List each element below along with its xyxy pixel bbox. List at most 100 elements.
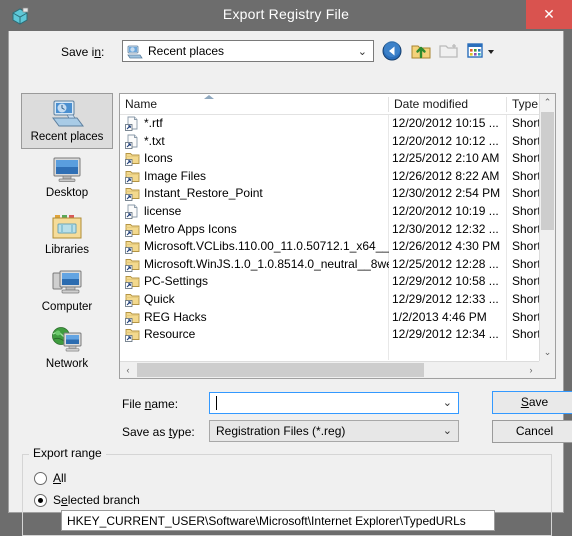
date-modified-cell: 12/29/2012 12:33 ... xyxy=(392,291,499,306)
place-item-network[interactable]: Network xyxy=(21,321,113,377)
export-range-title: Export range xyxy=(29,446,106,460)
date-modified-cell: 12/29/2012 10:58 ... xyxy=(392,274,499,289)
place-item-label: Libraries xyxy=(44,244,90,256)
chevron-down-icon: ⌄ xyxy=(357,46,367,58)
type-cell: Shortc xyxy=(512,256,540,271)
file-list-row[interactable]: Quick 12/29/2012 12:33 ... Shortc xyxy=(120,291,540,309)
shortcut-folder-icon xyxy=(125,257,140,272)
registry-path-value: HKEY_CURRENT_USER\Software\Microsoft\Int… xyxy=(67,514,466,528)
shortcut-file-icon xyxy=(125,116,140,131)
recent-places-icon xyxy=(49,98,85,130)
file-list-row[interactable]: Microsoft.WinJS.1.0_1.0.8514.0_neutral__… xyxy=(120,256,540,274)
dialog-body: Save in: Recent places ⌄ Recent places D… xyxy=(8,31,572,536)
horizontal-scrollbar[interactable]: ‹ › xyxy=(120,361,555,378)
shortcut-file-icon xyxy=(125,204,140,219)
file-name-cell: Microsoft.VCLibs.110.00_11.0.50712.1_x64… xyxy=(144,239,389,254)
type-cell: Shortc xyxy=(512,186,540,201)
horizontal-scroll-thumb[interactable] xyxy=(137,363,424,377)
file-list-row[interactable]: license 12/20/2012 10:19 ... Shortc xyxy=(120,203,540,221)
type-cell: Shortc xyxy=(512,309,540,324)
save-as-type-value: Registration Files (*.reg) xyxy=(216,424,346,438)
up-one-level-button[interactable] xyxy=(409,39,433,63)
column-header-type[interactable]: Type xyxy=(512,97,538,111)
radio-selected-branch-label: Selected branch xyxy=(53,493,140,507)
scroll-up-button[interactable]: ⌃ xyxy=(540,94,555,110)
place-item-computer[interactable]: Computer xyxy=(21,264,113,320)
place-item-label: Desktop xyxy=(45,187,89,199)
save-in-value: Recent places xyxy=(148,44,225,58)
column-header-date[interactable]: Date modified xyxy=(394,97,468,111)
file-name-input[interactable]: ⌄ xyxy=(209,392,459,414)
file-name-cell: *.rtf xyxy=(144,116,163,130)
title-bar: Export Registry File ✕ xyxy=(0,0,572,31)
vertical-scrollbar[interactable]: ⌃ ⌄ xyxy=(539,94,555,378)
date-modified-cell: 12/20/2012 10:15 ... xyxy=(392,116,499,130)
shortcut-folder-icon xyxy=(125,169,140,184)
type-cell: Shortc xyxy=(512,168,540,183)
place-item-label: Recent places xyxy=(30,131,104,143)
chevron-down-icon[interactable]: ⌄ xyxy=(443,396,452,409)
file-name-cell: Resource xyxy=(144,327,196,342)
shortcut-folder-icon xyxy=(125,327,140,343)
file-name-cell: Image Files xyxy=(144,168,207,183)
export-registry-file-dialog: Export Registry File ✕ Save in: Recent p… xyxy=(0,0,572,536)
file-list-row[interactable]: REG Hacks 1/2/2013 4:46 PM Shortc xyxy=(120,309,540,327)
type-cell: Shortc xyxy=(512,221,540,236)
type-cell: Shortc xyxy=(512,291,540,306)
close-button[interactable]: ✕ xyxy=(526,0,572,29)
libraries-folder-icon xyxy=(49,211,85,243)
type-cell: Shortc xyxy=(512,203,540,218)
cancel-button[interactable]: Cancel xyxy=(492,420,572,443)
place-item-libraries[interactable]: Libraries xyxy=(21,207,113,263)
date-modified-cell: 12/26/2012 4:30 PM xyxy=(392,239,501,254)
file-list-row[interactable]: PC-Settings 12/29/2012 10:58 ... Shortc xyxy=(120,273,540,291)
shortcut-file-icon xyxy=(125,134,140,149)
desktop-monitor-icon xyxy=(49,154,85,186)
file-list-row[interactable]: Icons 12/25/2012 2:10 AM Shortc xyxy=(120,150,540,168)
place-item-label: Network xyxy=(45,358,89,370)
file-name-cell: Metro Apps Icons xyxy=(144,221,237,236)
sort-ascending-icon xyxy=(204,95,214,99)
file-list-row[interactable]: *.txt 12/20/2012 10:12 ... Shortc xyxy=(120,133,540,151)
radio-selected-branch-indicator[interactable] xyxy=(34,494,47,507)
chevron-down-icon: ⌄ xyxy=(442,425,452,437)
save-in-dropdown[interactable]: Recent places ⌄ xyxy=(122,40,374,62)
shortcut-folder-icon xyxy=(125,239,140,255)
save-button[interactable]: Save xyxy=(492,391,572,414)
file-name-cell: Icons xyxy=(144,151,173,166)
network-globe-icon xyxy=(49,325,85,357)
column-headers: Name Date modified Type xyxy=(120,94,555,115)
back-button[interactable] xyxy=(380,39,404,63)
save-as-type-label: Save as type: xyxy=(122,425,195,439)
file-name-label: File name: xyxy=(122,397,179,411)
file-list-view[interactable]: Name Date modified Type *.rtf 12/20/2012 … xyxy=(119,93,556,379)
save-as-type-dropdown[interactable]: Registration Files (*.reg) ⌄ xyxy=(209,420,459,442)
vertical-scroll-thumb[interactable] xyxy=(541,112,554,230)
file-name-cell: PC-Settings xyxy=(144,274,209,289)
file-list-row[interactable]: Instant_Restore_Point 12/30/2012 2:54 PM S… xyxy=(120,185,540,203)
scroll-down-button[interactable]: ⌄ xyxy=(540,344,555,360)
radio-all-indicator[interactable] xyxy=(34,472,47,485)
scroll-right-button[interactable]: › xyxy=(523,362,539,378)
file-list-row[interactable]: Metro Apps Icons 12/30/2012 12:32 ... Shor… xyxy=(120,221,540,239)
scroll-left-button[interactable]: ‹ xyxy=(120,362,136,378)
place-item-desktop[interactable]: Desktop xyxy=(21,150,113,206)
shortcut-folder-icon xyxy=(125,292,140,307)
file-name-cell: REG Hacks xyxy=(144,309,207,324)
file-list-row[interactable]: Image Files 12/26/2012 8:22 AM Shortc xyxy=(120,168,540,186)
file-list-row[interactable]: *.rtf 12/20/2012 10:15 ... Shortc xyxy=(120,115,540,133)
type-cell: Shortc xyxy=(512,116,540,130)
date-modified-cell: 12/20/2012 10:12 ... xyxy=(392,133,499,148)
file-name-cell: license xyxy=(144,203,182,218)
type-cell: Shortc xyxy=(512,239,540,254)
date-modified-cell: 12/26/2012 8:22 AM xyxy=(392,168,500,183)
shortcut-folder-icon xyxy=(125,222,140,237)
column-header-name[interactable]: Name xyxy=(125,97,157,111)
date-modified-cell: 12/20/2012 10:19 ... xyxy=(392,203,499,218)
date-modified-cell: 12/25/2012 2:10 AM xyxy=(392,151,500,166)
views-dropdown-arrow[interactable] xyxy=(485,39,497,63)
file-list-row[interactable]: Resource 12/29/2012 12:34 ... Shortc xyxy=(120,326,540,344)
recent-places-icon xyxy=(127,44,143,60)
file-list-row[interactable]: Microsoft.VCLibs.110.00_11.0.50712.1_x64… xyxy=(120,238,540,256)
place-item-recent-places[interactable]: Recent places xyxy=(21,93,113,149)
